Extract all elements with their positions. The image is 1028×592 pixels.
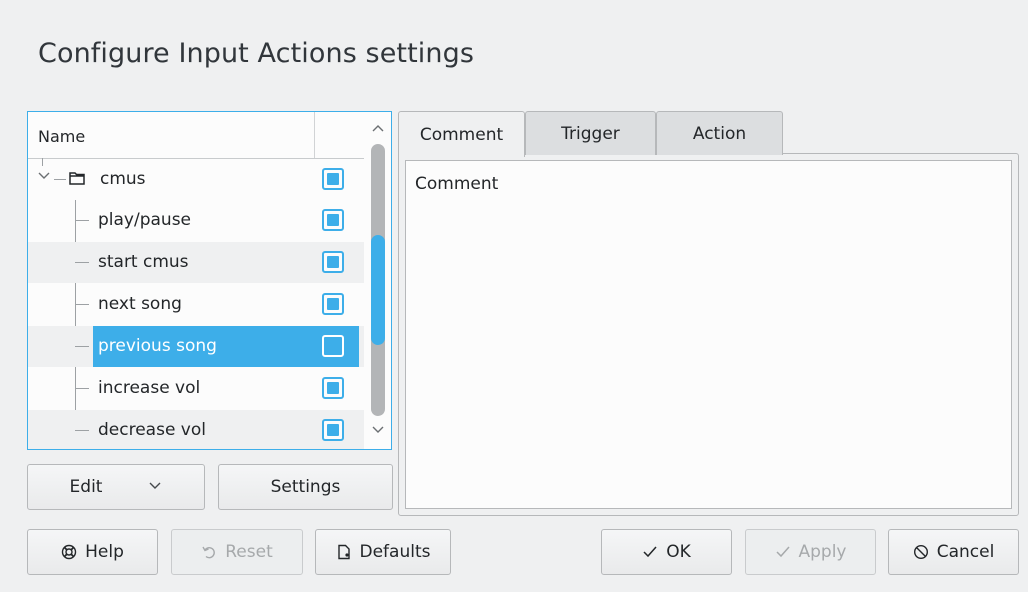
- cancel-button[interactable]: Cancel: [888, 529, 1019, 575]
- chevron-down-icon[interactable]: [37, 169, 51, 187]
- help-button[interactable]: Help: [27, 529, 158, 575]
- tab-trigger[interactable]: Trigger: [525, 111, 656, 155]
- item-enabled-checkbox[interactable]: [322, 377, 344, 399]
- defaults-button-label: Defaults: [359, 542, 431, 562]
- apply-button[interactable]: Apply: [745, 529, 876, 575]
- apply-button-label: Apply: [798, 542, 847, 562]
- undo-icon: [201, 544, 217, 560]
- actions-tree[interactable]: Name cmus play/pause start cmus next son…: [27, 111, 392, 450]
- scroll-down-icon[interactable]: [370, 424, 386, 438]
- ok-button-label: OK: [666, 542, 691, 562]
- tree-item-start-cmus[interactable]: start cmus: [28, 242, 364, 283]
- checkmark-icon: [775, 545, 791, 559]
- tab-trigger-label: Trigger: [561, 123, 620, 144]
- page-title: Configure Input Actions settings: [38, 38, 475, 69]
- item-enabled-checkbox[interactable]: [322, 335, 344, 357]
- tree-branch-line: [75, 220, 89, 221]
- scroll-up-icon[interactable]: [370, 122, 386, 136]
- tree-item-play-pause[interactable]: play/pause: [28, 200, 364, 241]
- tree-item-previous-song[interactable]: previous song: [28, 326, 364, 367]
- tree-item-label: decrease vol: [98, 420, 206, 440]
- tree-branch-line: [54, 179, 66, 180]
- tree-header[interactable]: Name: [28, 112, 364, 159]
- tree-item-label: previous song: [98, 336, 217, 356]
- tree-item-label: start cmus: [98, 252, 189, 272]
- item-enabled-checkbox[interactable]: [322, 209, 344, 231]
- tab-comment[interactable]: Comment: [398, 111, 525, 157]
- tab-action-label: Action: [692, 123, 747, 144]
- column-separator: [314, 112, 315, 158]
- cancel-button-label: Cancel: [936, 542, 995, 562]
- scrollbar-thumb[interactable]: [371, 235, 385, 345]
- help-icon: [61, 544, 77, 560]
- item-enabled-checkbox[interactable]: [322, 251, 344, 273]
- tab-action[interactable]: Action: [656, 111, 783, 155]
- tree-branch-line: [75, 430, 89, 431]
- tree-item-decrease-vol[interactable]: decrease vol: [28, 410, 364, 449]
- comment-text: Comment: [415, 174, 499, 194]
- ok-button[interactable]: OK: [601, 529, 732, 575]
- tree-branch-line: [75, 304, 89, 305]
- reset-button-label: Reset: [225, 542, 273, 562]
- reset-button[interactable]: Reset: [171, 529, 303, 575]
- group-enabled-checkbox[interactable]: [322, 168, 344, 190]
- tree-item-label: increase vol: [98, 378, 201, 398]
- tree-branch-line: [75, 262, 89, 263]
- document-revert-icon: [336, 544, 352, 560]
- tree-item-label: play/pause: [98, 210, 192, 230]
- settings-button-label: Settings: [270, 477, 341, 497]
- comment-text-area[interactable]: Comment: [405, 160, 1012, 509]
- settings-button[interactable]: Settings: [218, 464, 393, 510]
- cancel-icon: [913, 544, 929, 560]
- item-enabled-checkbox[interactable]: [322, 419, 344, 441]
- tree-item-increase-vol[interactable]: increase vol: [28, 368, 364, 409]
- edit-button-label: Edit: [69, 477, 103, 497]
- edit-menu-button[interactable]: Edit: [27, 464, 205, 510]
- chevron-down-icon: [148, 479, 162, 495]
- tree-branch-line: [42, 158, 43, 166]
- column-header-name[interactable]: Name: [38, 127, 85, 146]
- tree-item-label: next song: [98, 294, 182, 314]
- folder-icon: [69, 170, 85, 185]
- tab-comment-label: Comment: [419, 124, 504, 145]
- item-enabled-checkbox[interactable]: [322, 293, 344, 315]
- help-button-label: Help: [85, 542, 124, 562]
- checkmark-icon: [642, 545, 658, 559]
- tree-branch-line: [75, 388, 89, 389]
- vertical-scrollbar[interactable]: [365, 112, 391, 449]
- tree-group-cmus[interactable]: cmus: [28, 158, 364, 200]
- tree-item-next-song[interactable]: next song: [28, 284, 364, 325]
- tree-group-label: cmus: [100, 169, 146, 189]
- defaults-button[interactable]: Defaults: [315, 529, 451, 575]
- tree-branch-line: [75, 346, 89, 347]
